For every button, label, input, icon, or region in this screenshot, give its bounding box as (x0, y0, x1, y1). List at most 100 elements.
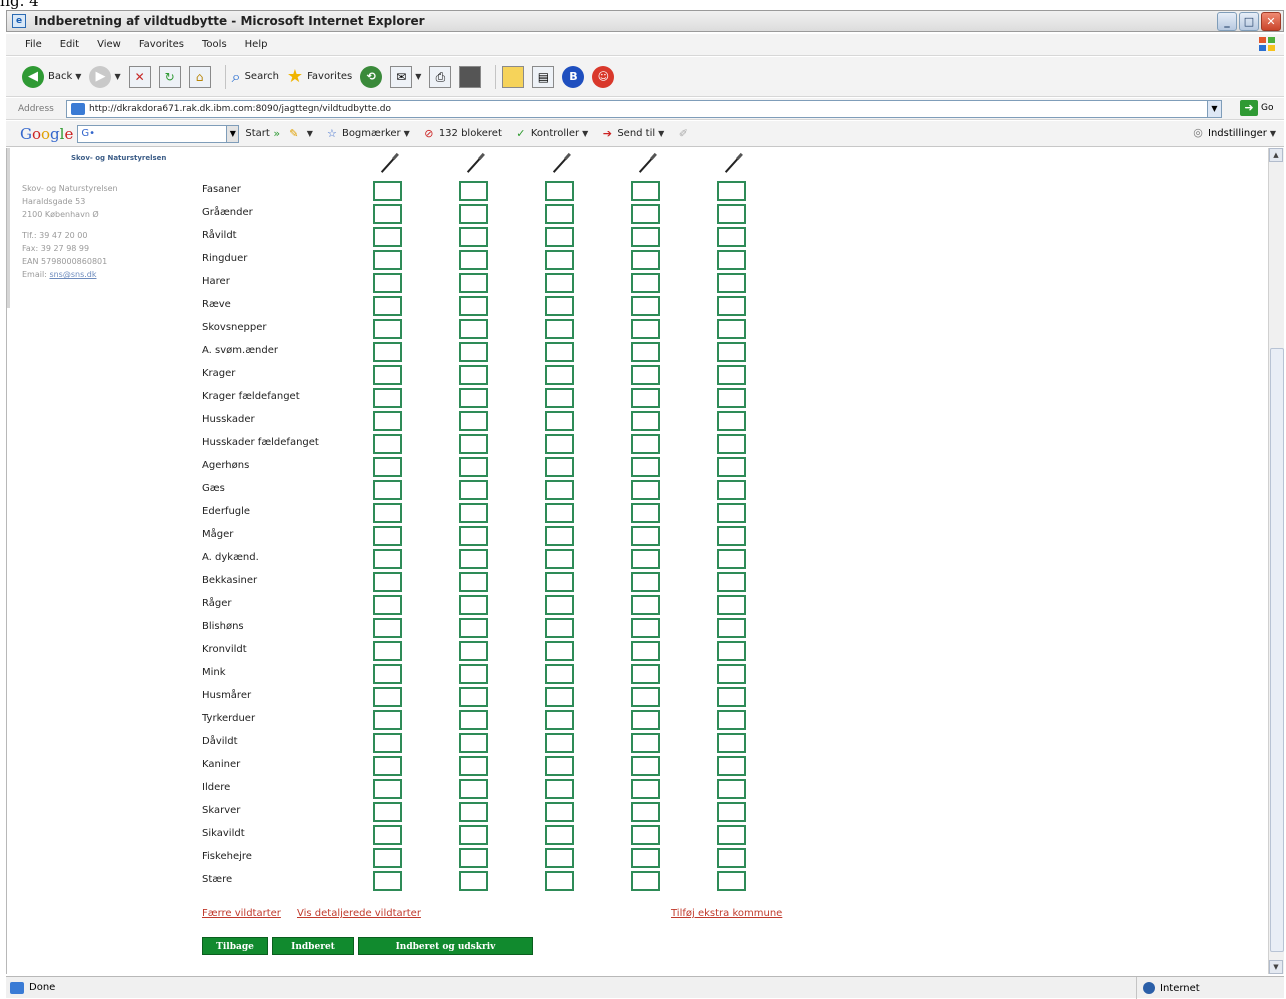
quantity-input[interactable] (717, 480, 746, 500)
quantity-input[interactable] (631, 411, 660, 431)
quantity-input[interactable] (459, 457, 488, 477)
quantity-input[interactable] (717, 181, 746, 201)
maximize-button[interactable]: □ (1239, 12, 1259, 31)
menu-help[interactable]: Help (236, 39, 277, 50)
quantity-input[interactable] (545, 411, 574, 431)
quantity-input[interactable] (373, 641, 402, 661)
pen-icon[interactable] (633, 152, 657, 176)
menu-tools[interactable]: Tools (193, 39, 236, 50)
quantity-input[interactable] (545, 710, 574, 730)
popup-blocker-button[interactable]: ⊘ 132 blokeret (422, 127, 502, 141)
quantity-input[interactable] (631, 434, 660, 454)
quantity-input[interactable] (717, 549, 746, 569)
quantity-input[interactable] (373, 319, 402, 339)
quantity-input[interactable] (459, 871, 488, 891)
back-button[interactable]: ◀ Back ▼ (22, 62, 81, 92)
quantity-input[interactable] (545, 618, 574, 638)
quantity-input[interactable] (545, 342, 574, 362)
quantity-input[interactable] (631, 388, 660, 408)
quantity-input[interactable] (717, 227, 746, 247)
back-form-button[interactable]: Tilbage (202, 937, 268, 955)
quantity-input[interactable] (631, 664, 660, 684)
quantity-input[interactable] (373, 687, 402, 707)
quantity-input[interactable] (631, 618, 660, 638)
quantity-input[interactable] (631, 273, 660, 293)
print-button[interactable]: ⎙ (429, 62, 452, 92)
quantity-input[interactable] (373, 181, 402, 201)
quantity-input[interactable] (631, 365, 660, 385)
refresh-button[interactable]: ↻ (158, 62, 181, 92)
bookmarks-button[interactable]: ☆ Bogmærker ▼ (325, 127, 410, 141)
quantity-input[interactable] (545, 848, 574, 868)
quantity-input[interactable] (459, 710, 488, 730)
quantity-input[interactable] (631, 802, 660, 822)
pen-icon[interactable] (461, 152, 485, 176)
stop-button[interactable]: ✕ (128, 62, 151, 92)
quantity-input[interactable] (717, 572, 746, 592)
menu-view[interactable]: View (88, 39, 130, 50)
quantity-input[interactable] (545, 595, 574, 615)
vertical-scrollbar[interactable]: ▲ ▼ (1268, 148, 1284, 974)
quantity-input[interactable] (717, 273, 746, 293)
quantity-input[interactable] (717, 618, 746, 638)
menu-favorites[interactable]: Favorites (130, 39, 193, 50)
submit-print-button[interactable]: Indberet og udskriv (358, 937, 533, 955)
quantity-input[interactable] (717, 756, 746, 776)
quantity-input[interactable] (545, 480, 574, 500)
quantity-input[interactable] (459, 480, 488, 500)
quantity-input[interactable] (373, 756, 402, 776)
quantity-input[interactable] (545, 181, 574, 201)
quantity-input[interactable] (373, 388, 402, 408)
quantity-input[interactable] (373, 779, 402, 799)
mail-button[interactable]: ✉ ▼ (390, 62, 421, 92)
quantity-input[interactable] (545, 227, 574, 247)
pen-icon[interactable] (719, 152, 743, 176)
quantity-input[interactable] (545, 204, 574, 224)
quantity-input[interactable] (631, 250, 660, 270)
scrollbar-thumb[interactable] (1270, 348, 1284, 952)
quantity-input[interactable] (459, 687, 488, 707)
quantity-input[interactable] (545, 503, 574, 523)
quantity-input[interactable] (373, 549, 402, 569)
quantity-input[interactable] (717, 457, 746, 477)
quantity-input[interactable] (717, 595, 746, 615)
quantity-input[interactable] (631, 457, 660, 477)
google-start-button[interactable]: Start» ✎ ▼ (245, 127, 313, 141)
quantity-input[interactable] (373, 733, 402, 753)
quantity-input[interactable] (373, 204, 402, 224)
add-municipality-link[interactable]: Tilføj ekstra kommune (671, 908, 782, 919)
quantity-input[interactable] (717, 342, 746, 362)
quantity-input[interactable] (631, 572, 660, 592)
quantity-input[interactable] (717, 687, 746, 707)
submit-button[interactable]: Indberet (272, 937, 354, 955)
quantity-input[interactable] (373, 503, 402, 523)
quantity-input[interactable] (459, 204, 488, 224)
quantity-input[interactable] (459, 342, 488, 362)
quantity-input[interactable] (631, 204, 660, 224)
quantity-input[interactable] (373, 871, 402, 891)
quantity-input[interactable] (459, 526, 488, 546)
quantity-input[interactable] (545, 434, 574, 454)
quantity-input[interactable] (631, 549, 660, 569)
quantity-input[interactable] (545, 871, 574, 891)
quantity-input[interactable] (631, 825, 660, 845)
quantity-input[interactable] (631, 526, 660, 546)
quantity-input[interactable] (545, 457, 574, 477)
quantity-input[interactable] (717, 204, 746, 224)
quantity-input[interactable] (459, 250, 488, 270)
quantity-input[interactable] (373, 480, 402, 500)
paperclip-icon[interactable]: ✐ (676, 127, 690, 141)
quantity-input[interactable] (717, 779, 746, 799)
quantity-input[interactable] (373, 411, 402, 431)
close-button[interactable]: ✕ (1261, 12, 1281, 31)
quantity-input[interactable] (717, 434, 746, 454)
address-input[interactable]: http://dkrakdora671.rak.dk.ibm.com:8090/… (66, 100, 1222, 118)
quantity-input[interactable] (631, 779, 660, 799)
quantity-input[interactable] (631, 756, 660, 776)
quantity-input[interactable] (459, 319, 488, 339)
quantity-input[interactable] (631, 687, 660, 707)
quantity-input[interactable] (373, 664, 402, 684)
spellcheck-button[interactable]: ✓ Kontroller ▼ (514, 127, 588, 141)
menu-file[interactable]: File (16, 39, 51, 50)
quantity-input[interactable] (631, 595, 660, 615)
